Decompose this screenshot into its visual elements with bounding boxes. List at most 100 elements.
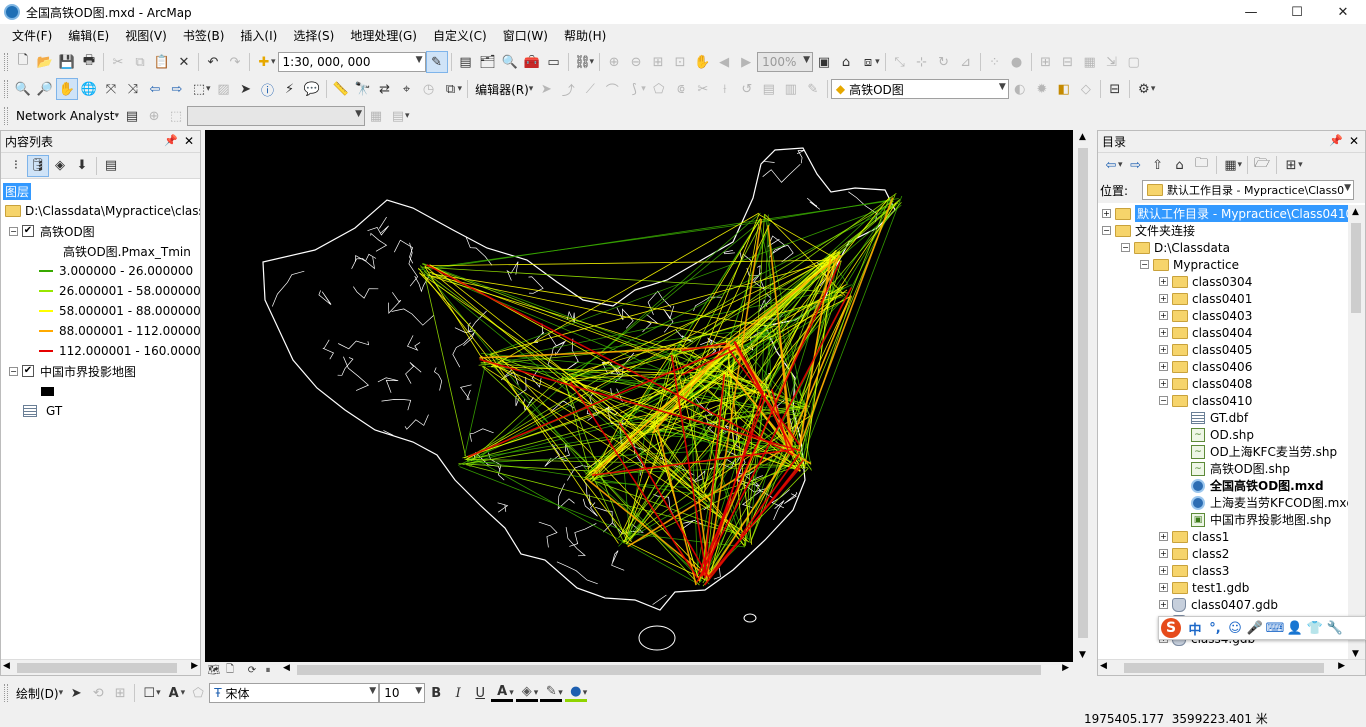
- underline-button[interactable]: U: [469, 682, 491, 704]
- menu-file[interactable]: 文件(F): [4, 24, 60, 48]
- contrast-icon[interactable]: ◐: [1009, 78, 1031, 100]
- expand-icon[interactable]: +: [1159, 549, 1168, 558]
- rotate-icon[interactable]: ↻: [933, 51, 955, 73]
- go-to-xy-icon[interactable]: ⌖: [396, 78, 418, 100]
- arctoolbox-icon[interactable]: 🧰: [521, 51, 543, 73]
- html-popup-icon[interactable]: 💬: [301, 78, 323, 100]
- expand-icon[interactable]: +: [1159, 328, 1168, 337]
- edit-vertices-icon[interactable]: ⬠: [648, 78, 670, 100]
- collapse-icon[interactable]: −: [9, 366, 18, 376]
- catalog-item[interactable]: + class0403: [1159, 307, 1252, 324]
- redo-icon[interactable]: ↷: [224, 51, 246, 73]
- expand-icon[interactable]: +: [1159, 600, 1168, 609]
- zoom-in-fixed-icon[interactable]: ⊕: [603, 51, 625, 73]
- pin-icon[interactable]: 📌: [1329, 134, 1343, 147]
- catalog-item[interactable]: + class0401: [1159, 290, 1252, 307]
- create-features-icon[interactable]: ✎: [802, 78, 824, 100]
- menu-customize[interactable]: 自定义(C): [425, 24, 495, 48]
- map-canvas[interactable]: [205, 130, 1073, 662]
- menu-selection[interactable]: 选择(S): [285, 24, 342, 48]
- fixed-zoom-out-icon[interactable]: ⤨: [122, 78, 144, 100]
- map-vertical-scrollbar[interactable]: ▲ ▼: [1075, 130, 1092, 662]
- find-route-icon[interactable]: ⇄: [374, 78, 396, 100]
- full-extent-icon[interactable]: 🌐: [78, 78, 100, 100]
- back-extent-icon[interactable]: ⇦: [144, 78, 166, 100]
- crop-tool-icon[interactable]: ⊟: [1057, 51, 1079, 73]
- ime-chinese-mode[interactable]: 中: [1185, 619, 1205, 638]
- catalog-item[interactable]: − 文件夹连接: [1102, 222, 1195, 239]
- menu-bookmarks[interactable]: 书签(B): [175, 24, 233, 48]
- layer-visibility-checkbox[interactable]: ✔: [22, 225, 34, 237]
- legend-class-3[interactable]: 58.000001 - 88.000000: [39, 301, 200, 321]
- select-features-icon[interactable]: ⁘: [984, 51, 1006, 73]
- toc-layer-city-boundary[interactable]: − ✔ 中国市界投影地图: [9, 361, 136, 381]
- italic-button[interactable]: I: [447, 682, 469, 704]
- catalog-item[interactable]: 全国高铁OD图.mxd: [1178, 477, 1324, 494]
- menu-geoprocessing[interactable]: 地理处理(G): [342, 24, 425, 48]
- editor-toolbar-icon[interactable]: ✎: [425, 51, 448, 73]
- fixed-zoom-in-icon[interactable]: ⤧: [100, 78, 122, 100]
- network-dataset-combo[interactable]: ▼: [187, 106, 366, 126]
- next-extent-page-icon[interactable]: ▶: [735, 51, 757, 73]
- toc-options-icon[interactable]: ▤: [100, 155, 122, 177]
- catalog-item[interactable]: GT.dbf: [1178, 409, 1248, 426]
- focus-data-frame-icon[interactable]: ⌂: [835, 51, 857, 73]
- georeference-icon[interactable]: ⤡: [889, 51, 911, 73]
- legend-class-5[interactable]: 112.000001 - 160.000000: [39, 341, 200, 361]
- ime-skin-icon[interactable]: 👕: [1305, 621, 1325, 636]
- menu-view[interactable]: 视图(V): [117, 24, 175, 48]
- minimize-button[interactable]: —: [1228, 0, 1274, 24]
- zoom-out-fixed-icon[interactable]: ⊖: [625, 51, 647, 73]
- layer-select-combo[interactable]: ◆ 高铁OD图 ▼: [830, 79, 1009, 99]
- catalog-item[interactable]: ▣ 中国市界投影地图.shp: [1178, 511, 1331, 528]
- close-icon[interactable]: ✕: [184, 134, 194, 148]
- select-elements-icon[interactable]: ➤: [235, 78, 257, 100]
- network-analyst-menu[interactable]: Network Analyst: [12, 109, 118, 123]
- list-by-source-icon[interactable]: 🛢: [27, 154, 49, 177]
- snapping-icon[interactable]: ⊹: [911, 51, 933, 73]
- end-point-arc-icon[interactable]: ⌒: [601, 78, 623, 100]
- ime-tools-icon[interactable]: 🔧: [1325, 621, 1345, 636]
- na-select-icon[interactable]: ⬚: [165, 105, 187, 127]
- catalog-item[interactable]: + class1: [1159, 528, 1229, 545]
- legend-class-1[interactable]: 3.000000 - 26.000000: [39, 261, 193, 281]
- expand-icon[interactable]: +: [1159, 532, 1168, 541]
- close-button[interactable]: ✕: [1320, 0, 1366, 24]
- new-folder-icon[interactable]: 🗁: [1251, 154, 1273, 176]
- toolbar-grip[interactable]: [4, 80, 8, 98]
- collapse-icon[interactable]: −: [1121, 243, 1130, 252]
- pan-icon[interactable]: ✋: [56, 78, 78, 100]
- layers-data-frame[interactable]: 图层: [3, 181, 32, 201]
- table-of-contents-icon[interactable]: ▤: [455, 51, 477, 73]
- collapse-icon[interactable]: −: [1140, 260, 1149, 269]
- scroll-right-icon[interactable]: ▶: [1062, 663, 1069, 673]
- catalog-item[interactable]: + class2: [1159, 545, 1229, 562]
- collapse-icon[interactable]: −: [1159, 396, 1168, 405]
- clear-selection-icon[interactable]: ▨: [213, 78, 235, 100]
- polygon-symbol[interactable]: [41, 381, 54, 401]
- expand-icon[interactable]: +: [1159, 294, 1168, 303]
- search-window-icon[interactable]: 🔍: [499, 51, 521, 73]
- catalog-item[interactable]: ~ 高铁OD图.shp: [1178, 460, 1290, 477]
- catalog-vertical-scrollbar[interactable]: ▲ ▼: [1348, 205, 1365, 661]
- expand-icon[interactable]: +: [1159, 566, 1168, 575]
- sketch-properties-icon[interactable]: ▥: [780, 78, 802, 100]
- catalog-item[interactable]: + test1.gdb: [1159, 579, 1249, 596]
- up-level-icon[interactable]: ⇧: [1147, 154, 1169, 176]
- edit-tool-icon[interactable]: ➤: [535, 78, 557, 100]
- menu-edit[interactable]: 编辑(E): [60, 24, 117, 48]
- na-window-icon[interactable]: ▤: [121, 105, 143, 127]
- measure-icon[interactable]: 📏: [330, 78, 352, 100]
- grid-tool-icon[interactable]: ⊞: [1035, 51, 1057, 73]
- rotate-edit-icon[interactable]: ↺: [736, 78, 758, 100]
- edit-annotation-icon[interactable]: ⤴: [557, 78, 579, 100]
- na-solve-icon[interactable]: ▦: [365, 105, 387, 127]
- edit-vertices-icon[interactable]: ⬠: [187, 682, 209, 704]
- cut-icon[interactable]: ✂: [107, 51, 129, 73]
- na-new-location-icon[interactable]: ⊕: [143, 105, 165, 127]
- maximize-button[interactable]: ☐: [1274, 0, 1320, 24]
- previous-extent-page-icon[interactable]: ◀: [713, 51, 735, 73]
- catalog-item[interactable]: 上海麦当劳KFCOD图.mxd: [1178, 494, 1354, 511]
- collapse-icon[interactable]: −: [9, 226, 18, 236]
- ime-emoji-icon[interactable]: ☺: [1225, 621, 1245, 636]
